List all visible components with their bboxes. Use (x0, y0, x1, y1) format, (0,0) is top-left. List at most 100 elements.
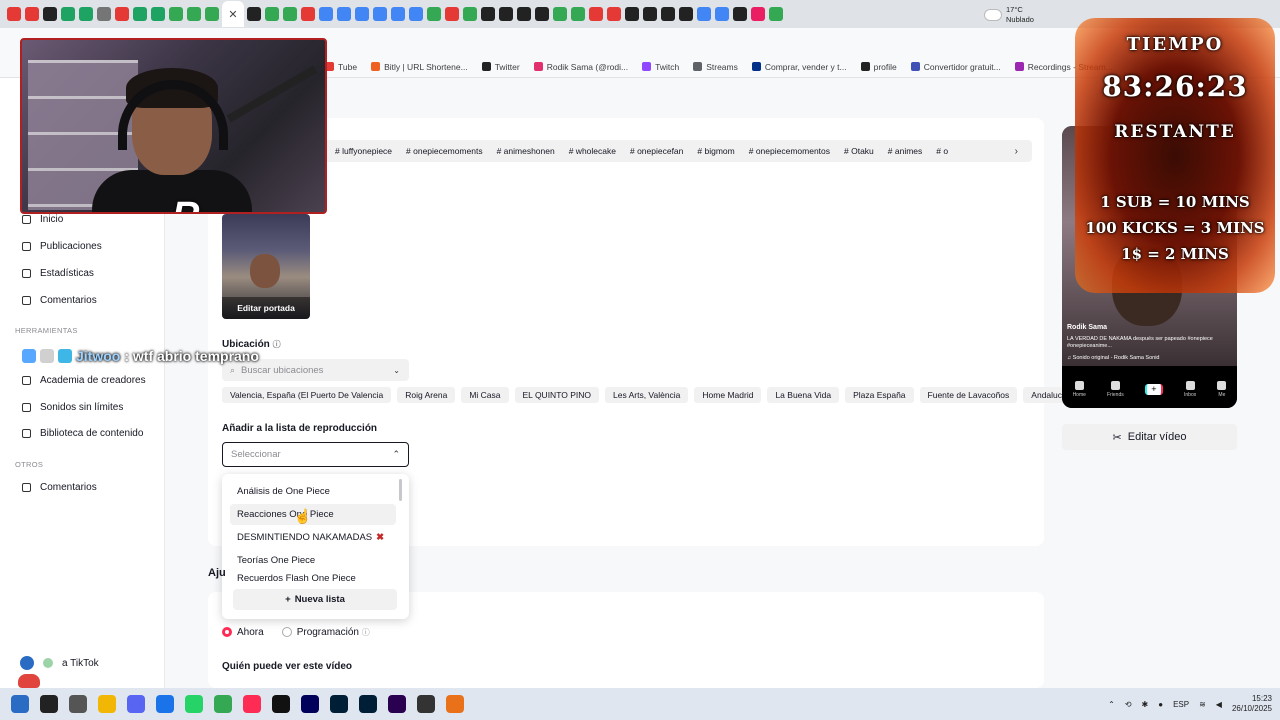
schedule-now-radio[interactable]: Ahora (222, 627, 264, 638)
bookmark-item[interactable]: Twitter (481, 62, 520, 72)
new-list-button[interactable]: + Nueva lista (233, 589, 397, 610)
tab-favicon-icon[interactable] (133, 7, 147, 21)
tab-favicon-icon[interactable] (679, 7, 693, 21)
hashtag-chip[interactable]: # animeshonen (492, 143, 560, 159)
playlist-option[interactable]: Reacciones One Piece (230, 504, 396, 525)
tab-favicon-icon[interactable] (427, 7, 441, 21)
chrome-alt-icon[interactable] (214, 695, 232, 713)
tab-favicon-icon[interactable] (697, 7, 711, 21)
sidebar-item-comentarios-otros[interactable]: Comentarios (22, 482, 97, 493)
location-chip[interactable]: La Buena Vida (767, 387, 840, 403)
tab-favicon-icon[interactable] (205, 7, 219, 21)
bookmark-item[interactable]: Comprar, vender y t... (751, 62, 847, 72)
hashtag-chip[interactable]: # wholecake (564, 143, 621, 159)
tab-favicon-icon[interactable] (625, 7, 639, 21)
location-chip[interactable]: Home Madrid (694, 387, 762, 403)
weather-widget[interactable]: 17°C Nublado (985, 5, 1034, 25)
playlist-option[interactable]: DESMINTIENDO NAKAMADAS ✖ (230, 527, 396, 548)
bookmark-item[interactable]: Twitch (642, 62, 679, 72)
tab-favicon-icon[interactable] (643, 7, 657, 21)
active-tab-close-icon[interactable]: ✕ (222, 1, 244, 27)
tab-favicon-icon[interactable] (187, 7, 201, 21)
terminal-icon[interactable] (417, 695, 435, 713)
tab-favicon-icon[interactable] (445, 7, 459, 21)
hashtag-chip[interactable]: # onepiecefan (625, 143, 688, 159)
cover-thumbnail[interactable]: Editar portada (222, 214, 310, 319)
tab-favicon-icon[interactable] (571, 7, 585, 21)
tab-favicon-icon[interactable] (499, 7, 513, 21)
capcut-icon[interactable] (272, 695, 290, 713)
location-chip[interactable]: Plaza España (845, 387, 914, 403)
schedule-later-radio[interactable]: Programación ⓘ (281, 627, 370, 638)
location-chip[interactable]: Valencia, España (El Puerto De Valencia (222, 387, 392, 403)
sidebar-item-sonidos[interactable]: Sonidos sin límites (22, 402, 123, 413)
tab-favicon-icon[interactable] (301, 7, 315, 21)
tab-favicon-icon[interactable] (169, 7, 183, 21)
tab-favicon-icon[interactable] (7, 7, 21, 21)
tab-favicon-icon[interactable] (481, 7, 495, 21)
location-chip[interactable]: Fuente de Lavacoños (919, 387, 1018, 403)
wifi-icon[interactable]: ≋ (1199, 700, 1206, 709)
chevron-right-icon[interactable]: › (1015, 146, 1018, 157)
tab-favicon-icon[interactable] (589, 7, 603, 21)
hashtag-chip[interactable]: # onepiecemoments (401, 143, 488, 159)
sidebar-item-biblioteca[interactable]: Biblioteca de contenido (22, 428, 143, 439)
tab-favicon-icon[interactable] (391, 7, 405, 21)
location-chip[interactable]: EL QUINTO PINO (514, 387, 599, 403)
tab-favicon-icon[interactable] (25, 7, 39, 21)
tab-favicon-icon[interactable] (463, 7, 477, 21)
hashtag-chip[interactable]: # Otaku (839, 143, 879, 159)
tab-favicon-icon[interactable] (43, 7, 57, 21)
dropdown-scrollbar[interactable] (399, 479, 402, 501)
tab-favicon-icon[interactable] (319, 7, 333, 21)
tab-favicon-icon[interactable] (337, 7, 351, 21)
tab-favicon-icon[interactable] (61, 7, 75, 21)
bookmark-item[interactable]: Streams (693, 62, 738, 72)
tab-favicon-icon[interactable] (247, 7, 261, 21)
bookmark-item[interactable]: Bitly | URL Shortene... (371, 62, 468, 72)
tab-favicon-icon[interactable] (607, 7, 621, 21)
bookmark-item[interactable]: profile (860, 62, 897, 72)
hashtag-chip[interactable]: # o (931, 143, 953, 159)
tab-favicon-icon[interactable] (115, 7, 129, 21)
clock[interactable]: 15:23 26/10/2025 (1232, 694, 1272, 714)
playlist-option[interactable]: Teorías One Piece (230, 550, 396, 571)
tab-favicon-icon[interactable] (151, 7, 165, 21)
taskview-icon[interactable] (69, 695, 87, 713)
sidebar-item-inicio[interactable]: Inicio (22, 214, 63, 225)
tab-favicon-icon[interactable] (265, 7, 279, 21)
whatsapp-icon[interactable] (185, 695, 203, 713)
hashtag-chip[interactable]: # bigmom (692, 143, 739, 159)
discord-icon[interactable] (127, 695, 145, 713)
explorer-icon[interactable] (98, 695, 116, 713)
language-indicator[interactable]: ESP (1173, 700, 1189, 709)
lightroom-icon[interactable] (330, 695, 348, 713)
hashtag-chip[interactable]: # luffyonepiece (330, 143, 397, 159)
tab-favicon-icon[interactable] (97, 7, 111, 21)
tab-favicon-icon[interactable] (373, 7, 387, 21)
info-icon[interactable]: ⓘ (273, 340, 281, 349)
tab-favicon-icon[interactable] (553, 7, 567, 21)
tab-favicon-icon[interactable] (733, 7, 747, 21)
audition-icon[interactable] (301, 695, 319, 713)
info-icon[interactable]: ⓘ (362, 628, 370, 637)
tiktok-icon[interactable] (243, 695, 261, 713)
tab-favicon-icon[interactable] (769, 7, 783, 21)
edit-cover-button[interactable]: Editar portada (222, 297, 310, 319)
sidebar-item-estadisticas[interactable]: Estadísticas (22, 268, 94, 279)
tab-favicon-icon[interactable] (517, 7, 531, 21)
playlist-select[interactable]: Seleccionar ⌃ (222, 442, 409, 467)
chrome-dev-icon[interactable] (446, 695, 464, 713)
premiere-icon[interactable] (388, 695, 406, 713)
tab-favicon-icon[interactable] (409, 7, 423, 21)
sidebar-item-academia[interactable]: Academia de creadores (22, 375, 146, 386)
playlist-option[interactable]: Recuerdos Flash One Piece (230, 573, 396, 583)
search-icon[interactable] (40, 695, 58, 713)
tab-favicon-icon[interactable] (355, 7, 369, 21)
chrome-icon[interactable] (156, 695, 174, 713)
chevron-up-icon[interactable]: ⌃ (1108, 700, 1115, 709)
windows-start-icon[interactable] (11, 695, 29, 713)
microphone-icon[interactable]: ● (1158, 700, 1163, 709)
location-chip[interactable]: Mi Casa (461, 387, 509, 403)
photoshop-icon[interactable] (359, 695, 377, 713)
